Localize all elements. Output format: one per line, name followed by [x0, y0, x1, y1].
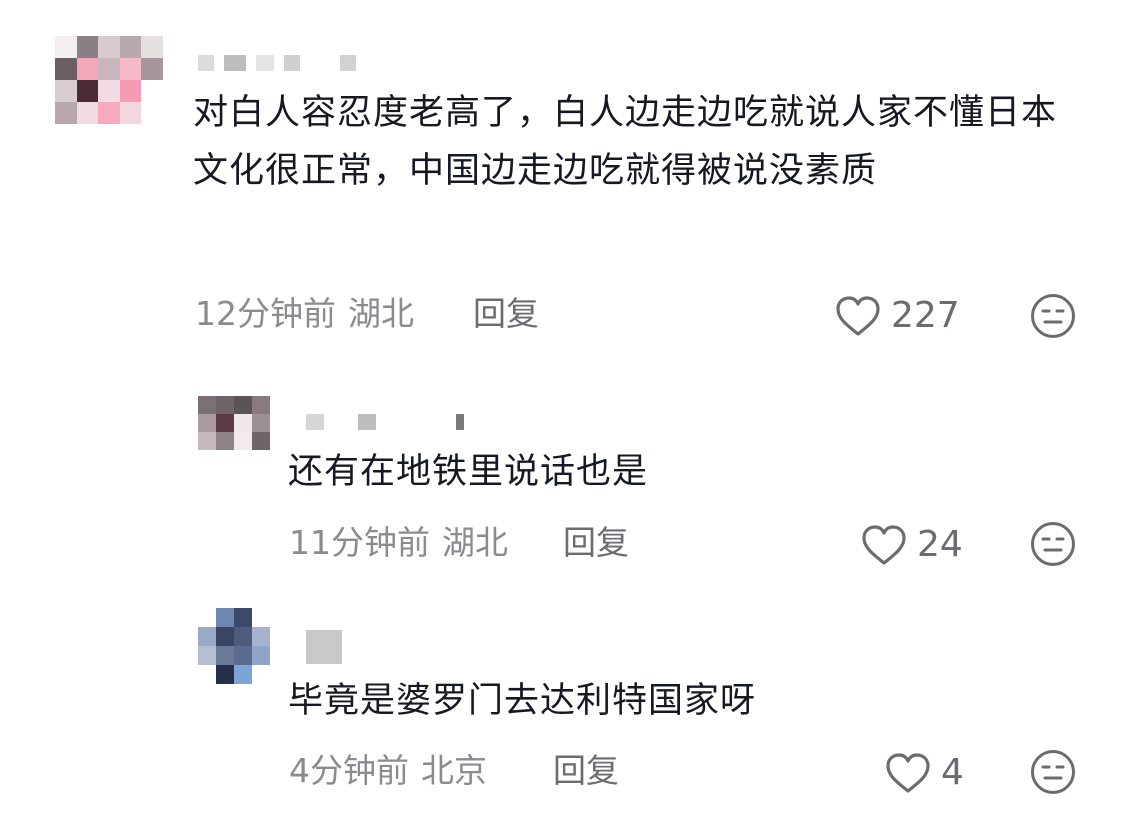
dislike-button[interactable]: [1030, 749, 1076, 795]
heart-icon: [885, 752, 931, 794]
comment-location: 北京: [421, 751, 487, 790]
like-count: 4: [941, 752, 964, 793]
like-button[interactable]: 24: [861, 524, 963, 566]
comment-location: 湖北: [348, 294, 414, 333]
username-blurred[interactable]: [198, 55, 356, 71]
like-count: 227: [891, 295, 960, 336]
like-button[interactable]: 227: [835, 295, 960, 337]
comment-meta: 11分钟前 湖北: [289, 523, 508, 563]
avatar[interactable]: [198, 608, 270, 684]
heart-icon: [861, 524, 907, 566]
reply-button[interactable]: 回复: [563, 523, 629, 563]
meh-face-icon: [1030, 521, 1076, 567]
comment-time: 4分钟前: [289, 751, 409, 790]
comment-time: 11分钟前: [289, 523, 430, 562]
like-count: 24: [917, 524, 963, 565]
comment-location: 湖北: [442, 523, 508, 562]
comment-text: 还有在地铁里说话也是: [288, 452, 649, 492]
meh-face-icon: [1030, 749, 1076, 795]
meh-face-icon: [1030, 293, 1076, 339]
reply-button[interactable]: 回复: [553, 751, 619, 791]
comment-time: 12分钟前: [195, 294, 336, 333]
avatar[interactable]: [55, 36, 163, 124]
reply-button[interactable]: 回复: [473, 294, 539, 334]
comment-text: 毕竟是婆罗门去达利特国家呀: [288, 681, 757, 721]
like-button[interactable]: 4: [885, 752, 964, 794]
dislike-button[interactable]: [1030, 293, 1076, 339]
username-blurred[interactable]: [306, 414, 464, 430]
dislike-button[interactable]: [1030, 521, 1076, 567]
comment-meta: 12分钟前 湖北: [195, 294, 414, 334]
comment-text: 对白人容忍度老高了，白人边走边吃就说人家不懂日本文化很正常，中国边走边吃就得被说…: [193, 93, 1058, 191]
heart-icon: [835, 295, 881, 337]
username-blurred[interactable]: [306, 630, 342, 664]
comment-meta: 4分钟前 北京: [289, 751, 487, 791]
avatar[interactable]: [198, 396, 270, 450]
